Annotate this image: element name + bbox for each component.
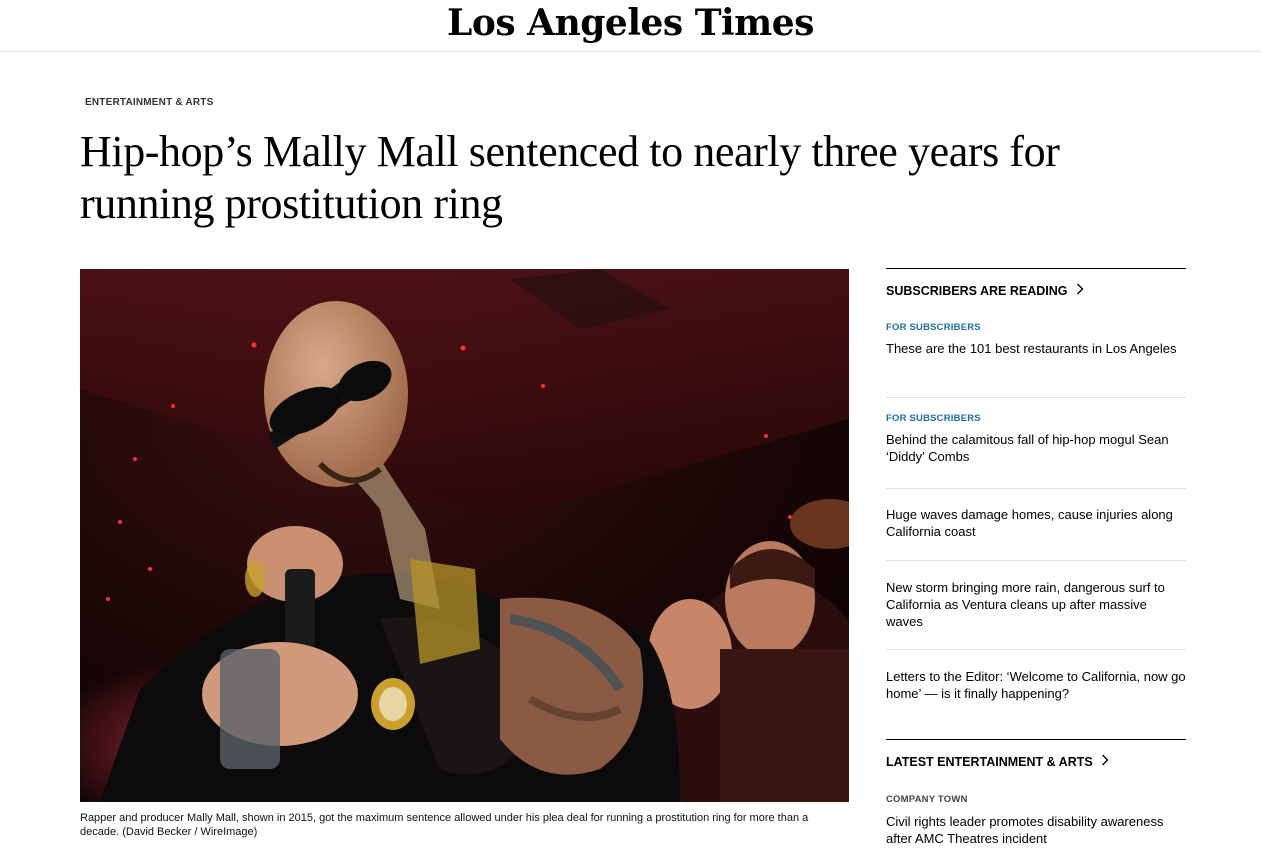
story-title[interactable]: New storm bringing more rain, dangerous … — [886, 579, 1186, 630]
lead-photo[interactable] — [80, 269, 849, 802]
chevron-right-icon — [1076, 282, 1084, 300]
photo-caption: Rapper and producer Mally Mall, shown in… — [80, 811, 850, 839]
story-kicker: COMPANY TOWN — [886, 794, 968, 805]
site-logo[interactable]: Los Angeles Times — [0, 2, 1261, 44]
subscriber-story-5[interactable]: Letters to the Editor: ‘Welcome to Calif… — [886, 668, 1186, 702]
subscribers-reading-link[interactable]: SUBSCRIBERS ARE READING — [886, 282, 1084, 300]
divider — [886, 397, 1186, 398]
story-title[interactable]: Behind the calamitous fall of hip-hop mo… — [886, 431, 1186, 465]
masthead: Los Angeles Times — [0, 0, 1261, 52]
story-title[interactable]: Civil rights leader promotes disability … — [886, 813, 1186, 847]
subscriber-story-1[interactable]: FOR SUBSCRIBERS These are the 101 best r… — [886, 322, 1186, 357]
subscriber-story-3[interactable]: Huge waves damage homes, cause injuries … — [886, 506, 1186, 540]
subscriber-story-4[interactable]: New storm bringing more rain, dangerous … — [886, 579, 1186, 630]
subscribers-reading-heading: SUBSCRIBERS ARE READING — [886, 284, 1068, 298]
story-title[interactable]: These are the 101 best restaurants in Lo… — [886, 340, 1186, 357]
story-title[interactable]: Letters to the Editor: ‘Welcome to Calif… — [886, 668, 1186, 702]
latest-story-1[interactable]: COMPANY TOWN Civil rights leader promote… — [886, 794, 1186, 847]
section-label[interactable]: ENTERTAINMENT & ARTS — [85, 97, 213, 108]
photo-credit: (David Becker / WireImage) — [122, 826, 258, 838]
divider — [886, 649, 1186, 650]
subscriber-story-2[interactable]: FOR SUBSCRIBERS Behind the calamitous fa… — [886, 413, 1186, 465]
latest-entertainment-link[interactable]: LATEST ENTERTAINMENT & ARTS — [886, 753, 1109, 771]
story-kicker: FOR SUBSCRIBERS — [886, 413, 981, 424]
lead-photo-illustration — [80, 269, 849, 802]
story-kicker: FOR SUBSCRIBERS — [886, 322, 981, 333]
latest-entertainment-module: LATEST ENTERTAINMENT & ARTS — [886, 739, 1186, 783]
subscribers-reading-module: SUBSCRIBERS ARE READING — [886, 268, 1186, 312]
latest-entertainment-heading: LATEST ENTERTAINMENT & ARTS — [886, 755, 1093, 769]
story-title[interactable]: Huge waves damage homes, cause injuries … — [886, 506, 1186, 540]
divider — [886, 560, 1186, 561]
chevron-right-icon — [1101, 753, 1109, 771]
article-headline: Hip-hop’s Mally Mall sentenced to nearly… — [80, 127, 1060, 228]
divider — [886, 488, 1186, 489]
